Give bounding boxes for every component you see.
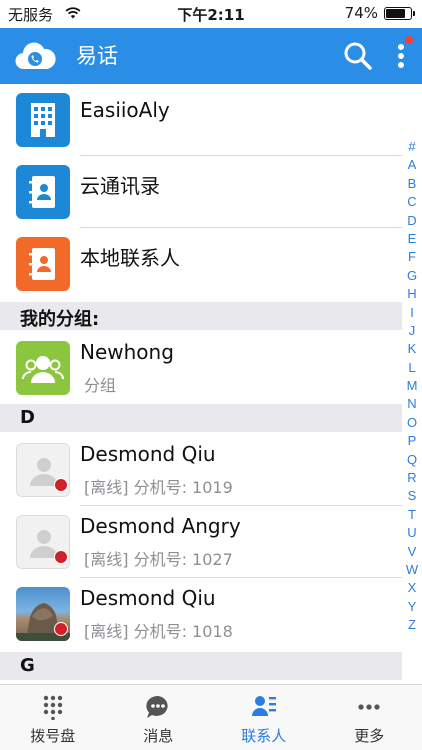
contact-row[interactable]: Desmond Angry [离线] 分机号: 1027 — [0, 506, 402, 578]
group-subtitle: 分组 — [84, 376, 117, 395]
contact-status: [离线] 分机号: 1018 — [84, 622, 233, 641]
index-letter-f[interactable]: F — [402, 248, 422, 266]
index-letter-n[interactable]: N — [402, 395, 422, 413]
contact-name: Desmond Qiu — [80, 586, 216, 610]
app-header: 易话 — [0, 28, 422, 84]
index-letter-t[interactable]: T — [402, 506, 422, 524]
tab-more[interactable]: 更多 — [317, 685, 422, 750]
index-letter-g[interactable]: G — [402, 267, 422, 285]
list-item-group[interactable]: Newhong 分组 — [0, 332, 402, 404]
section-header-groups: 我的分组: — [0, 302, 402, 330]
index-letter-hash[interactable]: # — [402, 138, 422, 156]
tab-contacts[interactable]: 联系人 — [211, 685, 317, 750]
contact-status: [离线] 分机号: 1019 — [84, 478, 233, 497]
index-letter-c[interactable]: C — [402, 193, 422, 211]
entry-name: 云通讯录 — [80, 174, 160, 198]
contact-row[interactable]: Desmond Qiu [离线] 分机号: 1018 — [0, 578, 402, 650]
index-letter-e[interactable]: E — [402, 230, 422, 248]
address-book-icon — [16, 237, 70, 291]
alphabet-index[interactable]: # A B C D E F G H I J K L M N O P Q R S … — [402, 138, 422, 635]
group-name: Newhong — [80, 340, 174, 364]
tab-messages[interactable]: 消息 — [106, 685, 212, 750]
more-vertical-icon[interactable] — [390, 36, 413, 74]
battery-icon — [384, 7, 415, 20]
tab-label: 消息 — [143, 727, 174, 745]
index-letter-k[interactable]: K — [402, 340, 422, 358]
section-label: G — [20, 655, 35, 676]
index-letter-y[interactable]: Y — [402, 598, 422, 616]
index-letter-b[interactable]: B — [402, 175, 422, 193]
tab-label: 拨号盘 — [30, 727, 76, 745]
index-letter-o[interactable]: O — [402, 414, 422, 432]
entry-name: EasiioAly — [80, 98, 170, 122]
tab-label: 更多 — [354, 727, 385, 745]
notification-badge — [405, 36, 413, 44]
dialpad-icon — [43, 695, 62, 720]
contact-status: [离线] 分机号: 1027 — [84, 550, 233, 569]
index-letter-z[interactable]: Z — [402, 616, 422, 634]
offline-status-icon — [54, 478, 68, 492]
index-letter-j[interactable]: J — [402, 322, 422, 340]
index-letter-a[interactable]: A — [402, 156, 422, 174]
index-letter-v[interactable]: V — [402, 543, 422, 561]
index-letter-s[interactable]: S — [402, 487, 422, 505]
section-header-d: D — [0, 404, 402, 432]
section-label: D — [20, 407, 35, 428]
tab-bar: 拨号盘 消息 联系人 更多 — [0, 684, 422, 750]
index-letter-p[interactable]: P — [402, 432, 422, 450]
index-letter-h[interactable]: H — [402, 285, 422, 303]
building-icon — [16, 93, 70, 147]
offline-status-icon — [54, 550, 68, 564]
contact-list[interactable]: EasiioAly 云通讯录 本地联系人 我的分组: Newhong 分组 D … — [0, 84, 422, 684]
cloud-phone-logo-icon — [15, 42, 56, 70]
index-letter-q[interactable]: Q — [402, 451, 422, 469]
index-letter-i[interactable]: I — [402, 304, 422, 322]
index-letter-l[interactable]: L — [402, 359, 422, 377]
address-book-icon — [16, 165, 70, 219]
more-horizontal-icon — [358, 704, 380, 710]
list-item-cloud-directory[interactable]: 云通讯录 — [0, 156, 402, 228]
search-icon[interactable] — [342, 40, 374, 72]
index-letter-u[interactable]: U — [402, 524, 422, 542]
offline-status-icon — [54, 622, 68, 636]
index-letter-x[interactable]: X — [402, 579, 422, 597]
index-letter-m[interactable]: M — [402, 377, 422, 395]
index-letter-d[interactable]: D — [402, 212, 422, 230]
contact-name: Desmond Angry — [80, 514, 241, 538]
tab-label: 联系人 — [241, 727, 287, 745]
contacts-icon — [251, 696, 276, 716]
status-bar: 无服务 下午2:11 74% — [0, 0, 422, 28]
section-label: 我的分组: — [20, 309, 100, 330]
section-header-g: G — [0, 652, 402, 680]
index-letter-w[interactable]: W — [402, 561, 422, 579]
entry-name: 本地联系人 — [80, 246, 180, 270]
index-letter-r[interactable]: R — [402, 469, 422, 487]
battery-percent: 74% — [344, 4, 378, 22]
contact-name: Desmond Qiu — [80, 442, 216, 466]
app-title: 易话 — [76, 44, 118, 68]
tab-dialpad[interactable]: 拨号盘 — [0, 685, 106, 750]
list-item-easiioaly[interactable]: EasiioAly — [0, 84, 402, 156]
message-icon — [146, 695, 168, 718]
list-item-local-contacts[interactable]: 本地联系人 — [0, 228, 402, 300]
contact-row[interactable]: Desmond Qiu [离线] 分机号: 1019 — [0, 434, 402, 506]
group-icon — [16, 341, 70, 395]
